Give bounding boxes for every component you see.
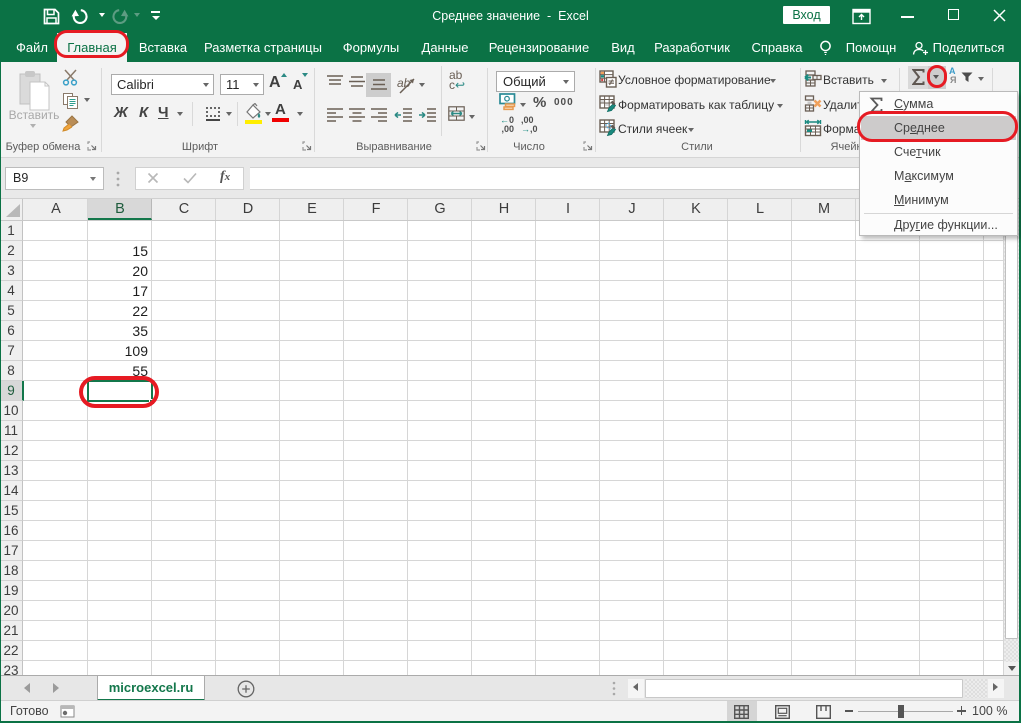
svg-text:ab: ab xyxy=(397,76,411,90)
